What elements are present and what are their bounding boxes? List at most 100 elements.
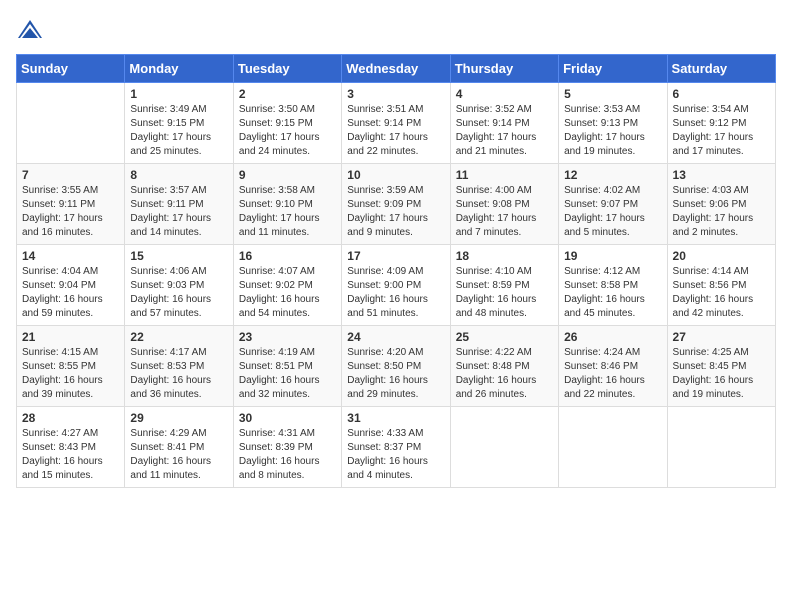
logo: [16, 16, 48, 44]
day-info: Sunrise: 4:03 AM Sunset: 9:06 PM Dayligh…: [673, 184, 770, 240]
day-cell: 4 Sunrise: 3:52 AM Sunset: 9:14 PM Daylig…: [450, 83, 558, 164]
day-cell: 14 Sunrise: 4:04 AM Sunset: 9:04 PM Dayli…: [17, 245, 125, 326]
weekday-header-saturday: Saturday: [667, 55, 775, 83]
day-info: Sunrise: 4:33 AM Sunset: 8:37 PM Dayligh…: [347, 427, 444, 483]
day-info: Sunrise: 3:59 AM Sunset: 9:09 PM Dayligh…: [347, 184, 444, 240]
day-cell: 20 Sunrise: 4:14 AM Sunset: 8:56 PM Dayli…: [667, 245, 775, 326]
day-cell: [17, 83, 125, 164]
day-number: 11: [456, 168, 553, 182]
day-info: Sunrise: 4:20 AM Sunset: 8:50 PM Dayligh…: [347, 346, 444, 402]
week-row-1: 1 Sunrise: 3:49 AM Sunset: 9:15 PM Daylig…: [17, 83, 776, 164]
day-info: Sunrise: 3:49 AM Sunset: 9:15 PM Dayligh…: [130, 103, 227, 159]
day-cell: 8 Sunrise: 3:57 AM Sunset: 9:11 PM Daylig…: [125, 164, 233, 245]
day-number: 20: [673, 249, 770, 263]
day-info: Sunrise: 4:00 AM Sunset: 9:08 PM Dayligh…: [456, 184, 553, 240]
day-cell: 25 Sunrise: 4:22 AM Sunset: 8:48 PM Dayli…: [450, 326, 558, 407]
weekday-header-thursday: Thursday: [450, 55, 558, 83]
day-info: Sunrise: 4:04 AM Sunset: 9:04 PM Dayligh…: [22, 265, 119, 321]
day-info: Sunrise: 4:07 AM Sunset: 9:02 PM Dayligh…: [239, 265, 336, 321]
day-cell: [559, 407, 667, 488]
day-number: 16: [239, 249, 336, 263]
day-number: 9: [239, 168, 336, 182]
day-cell: 29Sunrise: 4:29 AM Sunset: 8:41 PM Dayli…: [125, 407, 233, 488]
day-number: 26: [564, 330, 661, 344]
day-info: Sunrise: 4:25 AM Sunset: 8:45 PM Dayligh…: [673, 346, 770, 402]
day-number: 12: [564, 168, 661, 182]
day-cell: 2 Sunrise: 3:50 AM Sunset: 9:15 PM Daylig…: [233, 83, 341, 164]
day-info: Sunrise: 4:17 AM Sunset: 8:53 PM Dayligh…: [130, 346, 227, 402]
day-number: 17: [347, 249, 444, 263]
day-info: Sunrise: 4:02 AM Sunset: 9:07 PM Dayligh…: [564, 184, 661, 240]
header: [16, 16, 776, 44]
day-cell: 27 Sunrise: 4:25 AM Sunset: 8:45 PM Dayli…: [667, 326, 775, 407]
week-row-2: 7 Sunrise: 3:55 AM Sunset: 9:11 PM Daylig…: [17, 164, 776, 245]
day-cell: [667, 407, 775, 488]
day-info: Sunrise: 3:51 AM Sunset: 9:14 PM Dayligh…: [347, 103, 444, 159]
day-cell: 7 Sunrise: 3:55 AM Sunset: 9:11 PM Daylig…: [17, 164, 125, 245]
day-number: 27: [673, 330, 770, 344]
day-number: 30: [239, 411, 336, 425]
day-info: Sunrise: 4:22 AM Sunset: 8:48 PM Dayligh…: [456, 346, 553, 402]
day-number: 28: [22, 411, 119, 425]
day-number: 23: [239, 330, 336, 344]
day-info: Sunrise: 4:06 AM Sunset: 9:03 PM Dayligh…: [130, 265, 227, 321]
day-info: Sunrise: 3:57 AM Sunset: 9:11 PM Dayligh…: [130, 184, 227, 240]
day-info: Sunrise: 4:09 AM Sunset: 9:00 PM Dayligh…: [347, 265, 444, 321]
day-number: 2: [239, 87, 336, 101]
day-number: 21: [22, 330, 119, 344]
day-number: 15: [130, 249, 227, 263]
day-cell: 19Sunrise: 4:12 AM Sunset: 8:58 PM Dayli…: [559, 245, 667, 326]
day-cell: 3 Sunrise: 3:51 AM Sunset: 9:14 PM Daylig…: [342, 83, 450, 164]
day-number: 8: [130, 168, 227, 182]
day-info: Sunrise: 4:15 AM Sunset: 8:55 PM Dayligh…: [22, 346, 119, 402]
day-number: 19: [564, 249, 661, 263]
day-cell: 28Sunrise: 4:27 AM Sunset: 8:43 PM Dayli…: [17, 407, 125, 488]
day-number: 13: [673, 168, 770, 182]
weekday-header-friday: Friday: [559, 55, 667, 83]
weekday-header-sunday: Sunday: [17, 55, 125, 83]
day-number: 1: [130, 87, 227, 101]
day-cell: 9 Sunrise: 3:58 AM Sunset: 9:10 PM Daylig…: [233, 164, 341, 245]
day-info: Sunrise: 4:31 AM Sunset: 8:39 PM Dayligh…: [239, 427, 336, 483]
day-info: Sunrise: 3:50 AM Sunset: 9:15 PM Dayligh…: [239, 103, 336, 159]
day-number: 22: [130, 330, 227, 344]
day-number: 25: [456, 330, 553, 344]
day-cell: 26 Sunrise: 4:24 AM Sunset: 8:46 PM Dayli…: [559, 326, 667, 407]
day-cell: 10 Sunrise: 3:59 AM Sunset: 9:09 PM Dayli…: [342, 164, 450, 245]
day-number: 18: [456, 249, 553, 263]
day-info: Sunrise: 3:54 AM Sunset: 9:12 PM Dayligh…: [673, 103, 770, 159]
week-row-5: 28Sunrise: 4:27 AM Sunset: 8:43 PM Dayli…: [17, 407, 776, 488]
day-info: Sunrise: 4:10 AM Sunset: 8:59 PM Dayligh…: [456, 265, 553, 321]
day-number: 10: [347, 168, 444, 182]
day-number: 4: [456, 87, 553, 101]
logo-icon: [16, 16, 44, 44]
day-cell: 13 Sunrise: 4:03 AM Sunset: 9:06 PM Dayli…: [667, 164, 775, 245]
day-info: Sunrise: 3:55 AM Sunset: 9:11 PM Dayligh…: [22, 184, 119, 240]
day-cell: 24 Sunrise: 4:20 AM Sunset: 8:50 PM Dayli…: [342, 326, 450, 407]
weekday-header-wednesday: Wednesday: [342, 55, 450, 83]
day-number: 31: [347, 411, 444, 425]
day-number: 24: [347, 330, 444, 344]
day-info: Sunrise: 3:53 AM Sunset: 9:13 PM Dayligh…: [564, 103, 661, 159]
day-number: 3: [347, 87, 444, 101]
day-cell: 15 Sunrise: 4:06 AM Sunset: 9:03 PM Dayli…: [125, 245, 233, 326]
day-cell: 5 Sunrise: 3:53 AM Sunset: 9:13 PM Daylig…: [559, 83, 667, 164]
day-number: 29: [130, 411, 227, 425]
day-cell: 30 Sunrise: 4:31 AM Sunset: 8:39 PM Dayli…: [233, 407, 341, 488]
day-info: Sunrise: 4:14 AM Sunset: 8:56 PM Dayligh…: [673, 265, 770, 321]
day-info: Sunrise: 3:52 AM Sunset: 9:14 PM Dayligh…: [456, 103, 553, 159]
day-cell: [450, 407, 558, 488]
day-number: 6: [673, 87, 770, 101]
weekday-header-monday: Monday: [125, 55, 233, 83]
day-info: Sunrise: 4:19 AM Sunset: 8:51 PM Dayligh…: [239, 346, 336, 402]
day-info: Sunrise: 4:24 AM Sunset: 8:46 PM Dayligh…: [564, 346, 661, 402]
week-row-4: 21 Sunrise: 4:15 AM Sunset: 8:55 PM Dayli…: [17, 326, 776, 407]
day-number: 7: [22, 168, 119, 182]
day-cell: 31 Sunrise: 4:33 AM Sunset: 8:37 PM Dayli…: [342, 407, 450, 488]
calendar-table: SundayMondayTuesdayWednesdayThursdayFrid…: [16, 54, 776, 488]
day-info: Sunrise: 3:58 AM Sunset: 9:10 PM Dayligh…: [239, 184, 336, 240]
day-number: 14: [22, 249, 119, 263]
day-cell: 6 Sunrise: 3:54 AM Sunset: 9:12 PM Daylig…: [667, 83, 775, 164]
day-number: 5: [564, 87, 661, 101]
day-cell: 12 Sunrise: 4:02 AM Sunset: 9:07 PM Dayli…: [559, 164, 667, 245]
